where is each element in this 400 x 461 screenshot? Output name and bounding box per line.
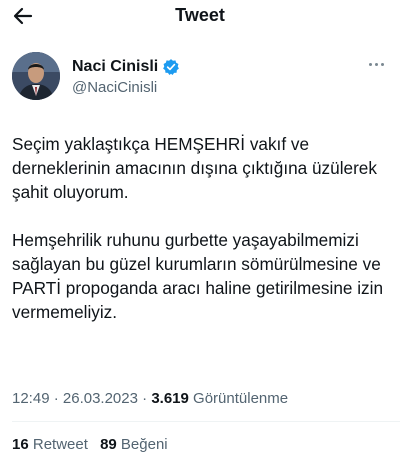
verified-badge-icon — [163, 59, 180, 75]
views-count: 3.619 — [151, 390, 189, 407]
tweet-meta: 12:49 · 26.03.2023 · 3.619 Görüntülenme — [12, 390, 288, 407]
top-bar: Tweet — [0, 0, 400, 34]
meta-separator: · — [142, 390, 148, 407]
more-horizontal-icon — [368, 62, 372, 66]
likes-label: Beğeni — [120, 436, 168, 453]
tweet-date[interactable]: 26.03.2023 — [63, 390, 138, 407]
engagement-stats: 16 Retweet 89 Beğeni — [12, 436, 168, 453]
tweet-paragraph: Seçim yaklaştıkça HEMŞEHRİ vakıf ve dern… — [12, 134, 377, 202]
avatar-photo — [12, 52, 60, 100]
display-name[interactable]: Naci Cinisli — [72, 58, 158, 76]
retweets-link[interactable]: 16 Retweet — [12, 436, 88, 453]
tweet-author: Naci Cinisli @NaciCinisli — [12, 52, 392, 102]
divider — [12, 421, 400, 422]
name-row: Naci Cinisli — [72, 58, 180, 76]
meta-separator: · — [53, 390, 59, 407]
more-options-button[interactable] — [364, 56, 388, 72]
retweets-label: Retweet — [32, 436, 88, 453]
tweet-time[interactable]: 12:49 — [12, 390, 50, 407]
avatar[interactable] — [12, 52, 60, 100]
handle[interactable]: @NaciCinisli — [72, 79, 157, 96]
page-title: Tweet — [175, 5, 225, 25]
likes-link[interactable]: 89 Beğeni — [100, 436, 168, 453]
tweet-text: Seçim yaklaştıkça HEMŞEHRİ vakıf ve dern… — [12, 132, 396, 324]
likes-count: 89 — [100, 436, 117, 453]
views-label: Görüntülenme — [193, 390, 289, 407]
retweets-count: 16 — [12, 436, 29, 453]
tweet-paragraph: Hemşehrilik ruhunu gurbette yaşayabilmem… — [12, 230, 384, 322]
